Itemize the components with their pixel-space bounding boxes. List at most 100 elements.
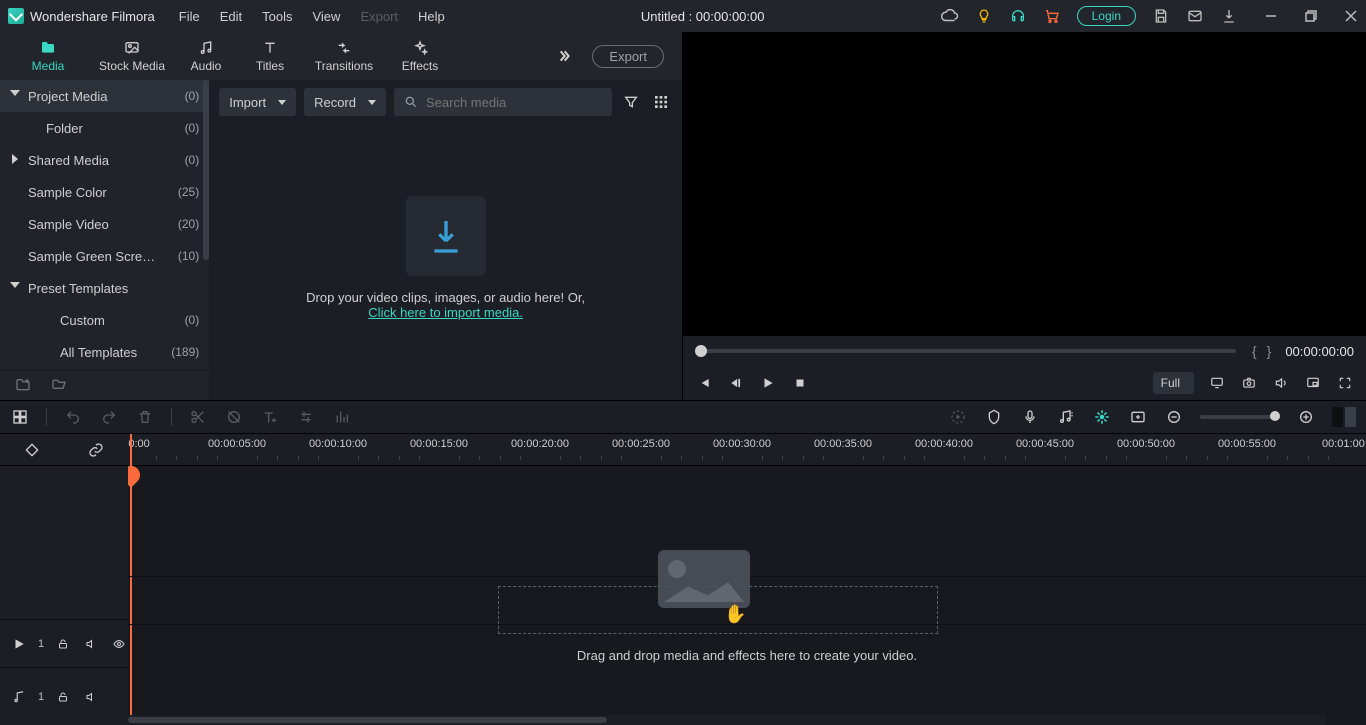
download-icon[interactable] <box>1220 7 1238 25</box>
media-tree[interactable]: Project Media (0) Folder (0) Shared Medi… <box>0 80 209 368</box>
display-icon[interactable] <box>1208 374 1226 392</box>
media-drop-area[interactable]: Drop your video clips, images, or audio … <box>209 116 682 400</box>
filter-icon[interactable] <box>620 91 642 113</box>
menu-view[interactable]: View <box>312 9 340 24</box>
audio-track-header[interactable]: 1 <box>0 667 128 725</box>
voiceover-icon[interactable] <box>1020 407 1040 427</box>
fullscreen-icon[interactable] <box>1336 374 1354 392</box>
pip-icon[interactable] <box>1304 374 1322 392</box>
snapshot-icon[interactable] <box>1240 374 1258 392</box>
preview-quality-dropdown[interactable]: Full <box>1153 372 1194 394</box>
equalizer-icon[interactable] <box>332 407 352 427</box>
menu-tools[interactable]: Tools <box>262 9 292 24</box>
track-size-toggle[interactable] <box>1332 407 1356 427</box>
grid-view-icon[interactable] <box>650 91 672 113</box>
upper-area: Media Stock Media Audio Titles Transitio… <box>0 32 1366 400</box>
import-link[interactable]: Click here to import media. <box>368 305 523 320</box>
redo-icon[interactable] <box>99 407 119 427</box>
cart-icon[interactable] <box>1043 7 1061 25</box>
search-media[interactable] <box>394 88 612 116</box>
tab-audio[interactable]: Audio <box>174 39 238 73</box>
layout-icon[interactable] <box>10 407 30 427</box>
split-icon[interactable] <box>188 407 208 427</box>
login-button[interactable]: Login <box>1077 6 1136 26</box>
more-panels-icon[interactable] <box>554 46 574 66</box>
tree-preset-templates[interactable]: Preset Templates <box>0 272 209 304</box>
tab-media[interactable]: Media <box>6 39 90 73</box>
ruler-tick: 00:00:15:00 <box>410 438 468 450</box>
tree-custom[interactable]: Custom (0) <box>0 304 209 336</box>
new-folder-icon[interactable] <box>14 377 32 395</box>
zoom-in-icon[interactable] <box>1296 407 1316 427</box>
lock-icon[interactable] <box>54 688 72 706</box>
play-icon[interactable] <box>759 374 777 392</box>
menu-help[interactable]: Help <box>418 9 445 24</box>
project-title: Untitled : 00:00:00:00 <box>465 9 941 24</box>
tree-label: Project Media <box>28 89 107 104</box>
auto-ripple-icon[interactable] <box>1092 407 1112 427</box>
tree-all-templates[interactable]: All Templates (189) <box>0 336 209 368</box>
window-maximize-icon[interactable] <box>1304 9 1318 23</box>
sparkle-icon <box>411 39 429 57</box>
preview-scrubber[interactable] <box>695 349 1236 353</box>
adjust-icon[interactable] <box>296 407 316 427</box>
lightbulb-icon[interactable] <box>975 7 993 25</box>
import-dropdown[interactable]: Import <box>219 88 296 116</box>
mute-icon[interactable] <box>82 688 100 706</box>
open-folder-icon[interactable] <box>50 377 68 395</box>
ruler-tick: 00:00:55:00 <box>1218 438 1276 450</box>
tab-label: Titles <box>256 59 284 73</box>
search-input[interactable] <box>426 95 602 110</box>
window-minimize-icon[interactable] <box>1264 9 1278 23</box>
export-button[interactable]: Export <box>592 45 664 68</box>
tree-shared-media[interactable]: Shared Media (0) <box>0 144 209 176</box>
keyframe-icon[interactable] <box>23 441 41 459</box>
menu-file[interactable]: File <box>179 9 200 24</box>
marker-icon[interactable] <box>984 407 1004 427</box>
tab-titles[interactable]: Titles <box>238 39 302 73</box>
headset-icon[interactable] <box>1009 7 1027 25</box>
lock-icon[interactable] <box>54 635 72 653</box>
tree-sample-green[interactable]: Sample Green Scre… (10) <box>0 240 209 272</box>
video-track-header[interactable]: 1 <box>0 619 128 667</box>
add-track-icon[interactable] <box>1128 407 1148 427</box>
tree-sample-video[interactable]: Sample Video (20) <box>0 208 209 240</box>
stop-icon[interactable] <box>791 374 809 392</box>
timeline-h-scrollbar[interactable] <box>128 715 1326 725</box>
ruler-tick: 00:00:30:00 <box>713 438 771 450</box>
mute-icon[interactable] <box>82 635 100 653</box>
undo-icon[interactable] <box>63 407 83 427</box>
zoom-out-icon[interactable] <box>1164 407 1184 427</box>
panel-tabs: Media Stock Media Audio Titles Transitio… <box>0 32 682 80</box>
tab-transitions[interactable]: Transitions <box>302 39 386 73</box>
timeline-ruler[interactable]: 00:0000:00:05:0000:00:10:0000:00:15:0000… <box>128 434 1366 466</box>
volume-icon[interactable] <box>1272 374 1290 392</box>
tree-project-media[interactable]: Project Media (0) <box>0 80 209 112</box>
zoom-slider[interactable] <box>1200 415 1280 419</box>
eye-icon[interactable] <box>110 635 128 653</box>
frame-back-icon[interactable] <box>727 374 745 392</box>
cloud-icon[interactable] <box>941 7 959 25</box>
timeline-canvas[interactable]: 00:0000:00:05:0000:00:10:0000:00:15:0000… <box>128 434 1366 725</box>
tab-stock-media[interactable]: Stock Media <box>90 39 174 73</box>
audio-mixer-icon[interactable] <box>1056 407 1076 427</box>
mark-in-icon[interactable]: { <box>1252 343 1257 359</box>
menu-edit[interactable]: Edit <box>220 9 242 24</box>
render-icon[interactable] <box>948 407 968 427</box>
step-back-icon[interactable] <box>695 374 713 392</box>
timeline-body[interactable]: ✋ Drag and drop media and effects here t… <box>128 466 1366 725</box>
tab-effects[interactable]: Effects <box>386 39 454 73</box>
crop-icon[interactable] <box>224 407 244 427</box>
tree-sample-color[interactable]: Sample Color (25) <box>0 176 209 208</box>
record-dropdown[interactable]: Record <box>304 88 386 116</box>
tree-folder[interactable]: Folder (0) <box>0 112 209 144</box>
mail-icon[interactable] <box>1186 7 1204 25</box>
delete-icon[interactable] <box>135 407 155 427</box>
link-icon[interactable] <box>87 441 105 459</box>
mark-out-icon[interactable]: } <box>1267 343 1272 359</box>
window-close-icon[interactable] <box>1344 9 1358 23</box>
preview-viewport[interactable] <box>683 32 1366 336</box>
save-icon[interactable] <box>1152 7 1170 25</box>
audio-track-num: 1 <box>38 691 44 703</box>
text-add-icon[interactable] <box>260 407 280 427</box>
